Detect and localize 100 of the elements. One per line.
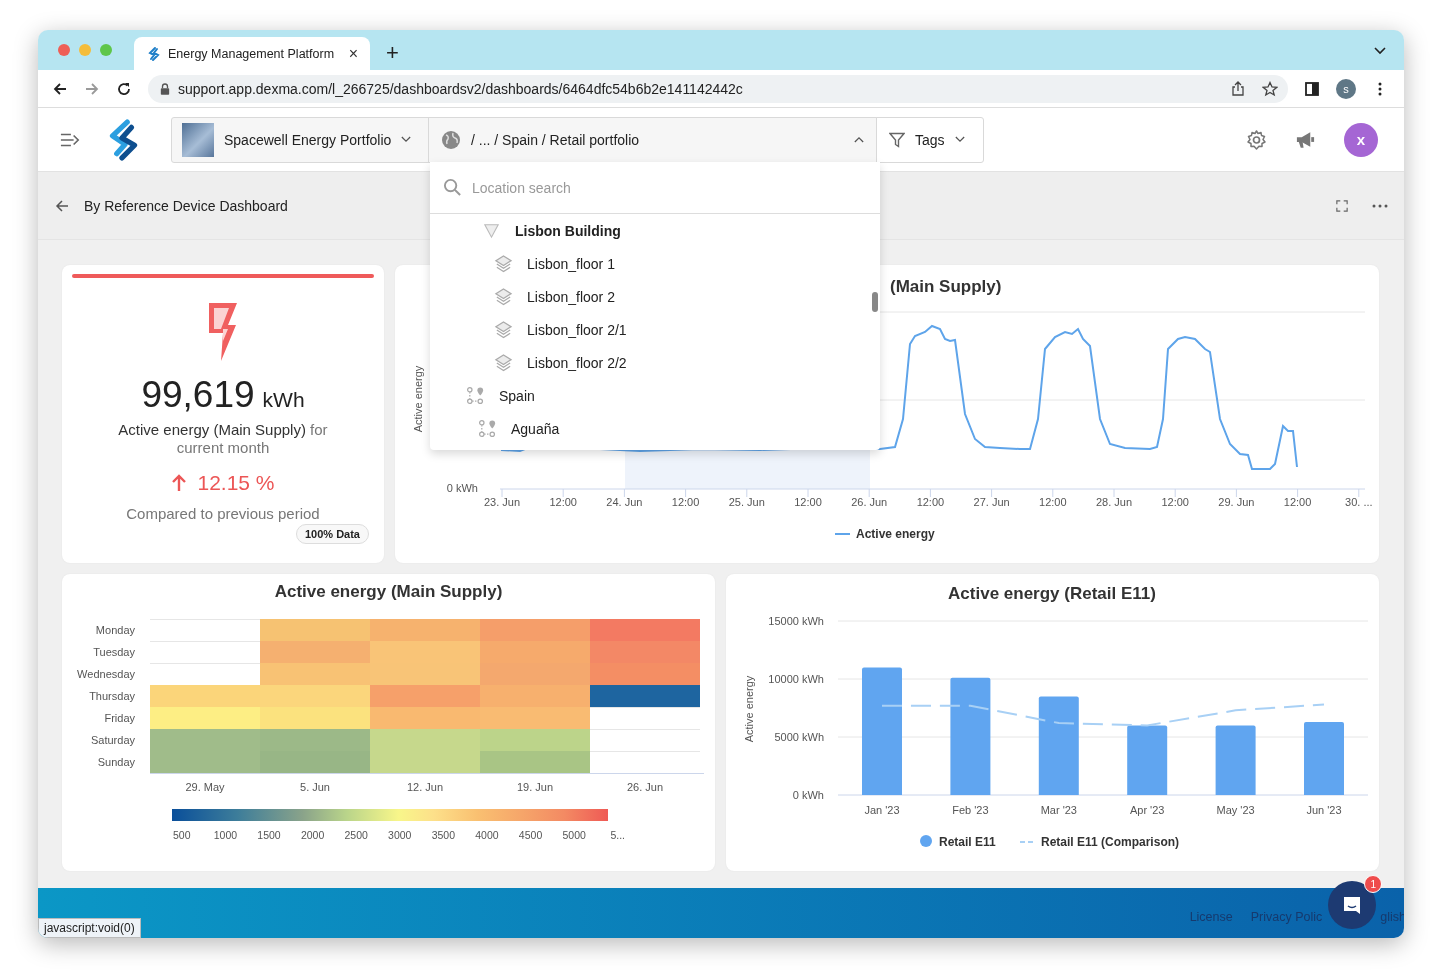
filter-icon — [889, 131, 905, 148]
x-axis-label: Jun '23 — [1306, 804, 1342, 816]
kpi-unit: kWh — [262, 388, 305, 412]
lightning-icon — [206, 301, 240, 363]
x-axis-label: 12:00 — [794, 496, 822, 508]
chevron-down-icon — [954, 136, 965, 143]
star-icon[interactable] — [1262, 80, 1278, 97]
notification-badge: 1 — [1364, 875, 1383, 893]
tab-title: Energy Management Platform — [168, 46, 336, 61]
fullscreen-icon[interactable] — [1336, 199, 1348, 212]
layers-icon — [494, 320, 513, 339]
address-bar[interactable]: support.app.dexma.com/l_266725/dashboardsv2/dashboards/6464dfc54b6b2e141142442c — [148, 74, 1288, 103]
location-item[interactable]: Lisbon_floor 2 — [527, 288, 615, 305]
sidebar-icon[interactable] — [1304, 80, 1320, 97]
legend-label[interactable]: Retail E11 (Comparison) — [1041, 835, 1180, 849]
x-axis-label: 28. Jun — [1095, 496, 1133, 508]
tags-filter[interactable]: Tags — [876, 116, 984, 163]
y-axis-label: 0 kWh — [446, 482, 478, 494]
scale-label: 4000 — [474, 829, 500, 841]
x-axis-label: 30. ... — [1345, 496, 1373, 508]
close-tab-button[interactable]: × — [346, 44, 360, 63]
share-icon[interactable] — [1230, 80, 1246, 97]
settings-icon[interactable] — [1246, 129, 1267, 150]
x-axis-label: 12:00 — [671, 496, 700, 508]
bar — [1127, 725, 1168, 795]
legend-label[interactable]: Active energy — [856, 527, 935, 541]
scale-label: 1500 — [256, 829, 282, 841]
user-avatar[interactable]: x — [1344, 122, 1378, 157]
search-icon — [443, 178, 462, 197]
x-axis-label: May '23 — [1216, 804, 1255, 816]
legend-label[interactable]: Retail E11 — [939, 835, 996, 849]
forward-icon[interactable] — [84, 80, 100, 97]
more-icon[interactable] — [1372, 203, 1388, 208]
portfolio-selector[interactable]: Spacewell Energy Portfolio — [171, 116, 429, 163]
x-axis-label: Jan '23 — [864, 804, 900, 816]
legend-line-icon — [834, 533, 851, 535]
x-axis-label: Mar '23 — [1040, 804, 1077, 816]
building-photo-placeholder — [182, 122, 214, 157]
scale-label: 5000 — [561, 829, 587, 841]
legend-line-icon — [1019, 841, 1035, 843]
chevron-down-icon[interactable] — [1374, 47, 1386, 55]
chevron-down-icon — [401, 136, 412, 143]
new-tab-button[interactable]: + — [382, 40, 403, 66]
scale-label: 3500 — [430, 829, 457, 841]
row-label: Wednesday — [76, 667, 136, 682]
location-item[interactable]: Lisbon_floor 1 — [527, 255, 615, 272]
x-axis-label: 23. Jun — [483, 496, 521, 508]
browser-tab[interactable]: Energy Management Platform × — [134, 37, 370, 70]
x-axis-label: 25. Jun — [728, 496, 765, 508]
location-selector[interactable]: / ... / Spain / Retail portfolio — [428, 116, 877, 163]
reload-icon[interactable] — [116, 80, 132, 97]
chat-button[interactable] — [1328, 881, 1377, 929]
comparison-label: Compared to previous period — [126, 505, 320, 522]
location-item[interactable]: Lisbon_floor 2/1 — [527, 321, 627, 338]
row-label: Monday — [94, 623, 136, 638]
back-icon[interactable] — [54, 197, 70, 214]
logo-icon — [146, 45, 162, 62]
status-link-tooltip: javascript:void(0) — [38, 918, 141, 938]
route-icon — [466, 386, 485, 405]
layers-icon — [494, 353, 513, 372]
scale-label: 500 — [172, 829, 192, 841]
route-icon — [478, 419, 497, 438]
search-field[interactable]: Location search — [472, 172, 880, 203]
location-item[interactable]: Lisbon_floor 2/2 — [527, 354, 627, 371]
location-item[interactable]: Lisbon Building — [515, 222, 621, 239]
x-axis-label: 29. Jun — [1218, 496, 1255, 508]
layers-icon — [494, 287, 513, 306]
y-axis-label: 10000 kWh — [768, 673, 824, 685]
x-axis-label: 29. May — [184, 781, 226, 793]
row-label: Saturday — [89, 733, 136, 748]
kpi-value: 99,619 — [141, 373, 255, 417]
x-axis-label: 24. Jun — [606, 496, 643, 508]
y-axis-label: 15000 kWh — [768, 615, 824, 627]
scale-label: 2500 — [343, 829, 369, 841]
layers-icon — [494, 254, 513, 273]
scrollbar-thumb[interactable] — [872, 292, 878, 312]
row-label: Friday — [103, 711, 136, 726]
x-axis-label: 26. Jun — [625, 781, 665, 793]
scale-label: 5... — [609, 829, 627, 841]
kpi-label: Active energy (Main Supply) for current month — [117, 421, 329, 457]
profile-avatar[interactable]: s — [1336, 78, 1356, 99]
location-item[interactable]: Aguaña — [511, 420, 560, 437]
y-axis-title: Active energy — [743, 675, 755, 743]
lock-icon — [160, 82, 170, 95]
back-icon[interactable] — [52, 80, 68, 97]
location-item[interactable]: Spain — [499, 387, 535, 404]
chart-title: Active energy (Retail E11) — [948, 584, 1156, 603]
x-axis-label: 12. Jun — [405, 781, 445, 793]
x-axis-label: 12:00 — [1039, 496, 1067, 508]
dashboard-title: By Reference Device Dashboard — [84, 197, 288, 214]
data-coverage-badge: 100% Data — [295, 524, 369, 544]
globe-icon — [441, 129, 461, 150]
kpi-change: 12.15 % — [197, 471, 275, 495]
row-label: Tuesday — [92, 645, 136, 660]
y-axis-label: 0 kWh — [792, 789, 824, 801]
url-text: support.app.dexma.com/l_266725/dashboardsv2/dashboards/6464dfc54b6b2e141142442c — [178, 80, 744, 97]
y-axis-label: 5000 kWh — [774, 731, 824, 743]
x-axis-label: Feb '23 — [952, 804, 989, 816]
x-axis-label: 12:00 — [916, 496, 945, 508]
scale-label: 4500 — [517, 829, 544, 841]
